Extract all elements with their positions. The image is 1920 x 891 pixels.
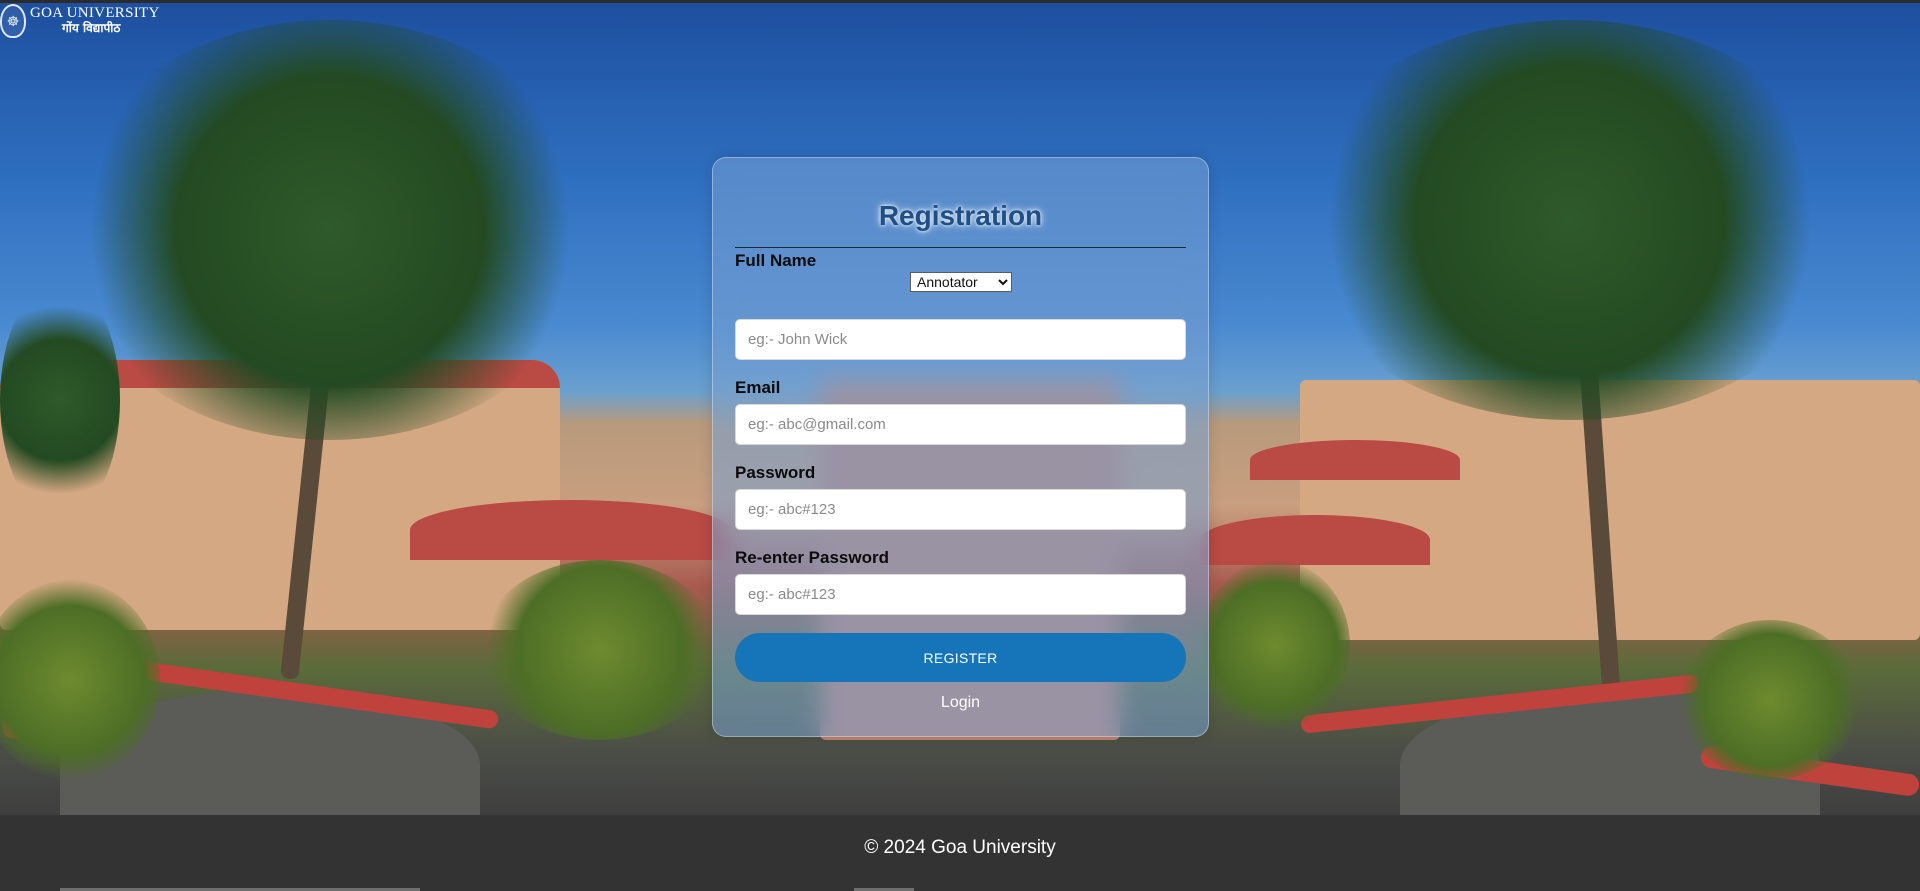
palm-crown-left (60, 20, 600, 440)
title-divider (735, 247, 1186, 248)
bush-center-right (1200, 560, 1350, 730)
tree-edge-left (0, 280, 120, 520)
full-name-input[interactable] (735, 319, 1186, 360)
university-logo[interactable]: ☸ GOA UNIVERSITY गोंय विद्यापीठ (0, 3, 160, 39)
reenter-password-label: Re-enter Password (735, 548, 889, 567)
email-label: Email (735, 378, 781, 397)
login-link[interactable]: Login (713, 694, 1208, 712)
footer: © 2024 Goa University (0, 815, 1920, 891)
roof-center-left (410, 500, 730, 560)
roof-right (1250, 440, 1460, 480)
roof-center-right (1200, 515, 1430, 565)
register-button[interactable]: REGISTER (735, 633, 1186, 682)
reenter-password-input[interactable] (735, 574, 1186, 615)
registration-title: Registration (878, 200, 1043, 231)
email-input[interactable] (735, 404, 1186, 445)
bush-center-left (480, 560, 720, 740)
bush-right (1680, 620, 1860, 780)
registration-card: Registration Annotator Full Name Email P… (712, 157, 1209, 737)
logo-title: GOA UNIVERSITY (30, 5, 160, 21)
password-label: Password (735, 463, 816, 482)
logo-text: GOA UNIVERSITY गोंय विद्यापीठ (30, 6, 160, 36)
palm-crown-right (1290, 20, 1850, 420)
top-border (0, 0, 1920, 3)
full-name-label: Full Name (735, 251, 817, 270)
footer-copyright: © 2024 Goa University (864, 837, 1056, 858)
role-select[interactable]: Annotator (910, 272, 1012, 292)
university-emblem-icon: ☸ (0, 4, 26, 38)
password-input[interactable] (735, 489, 1186, 530)
logo-subtitle: गोंय विद्यापीठ (62, 21, 121, 35)
